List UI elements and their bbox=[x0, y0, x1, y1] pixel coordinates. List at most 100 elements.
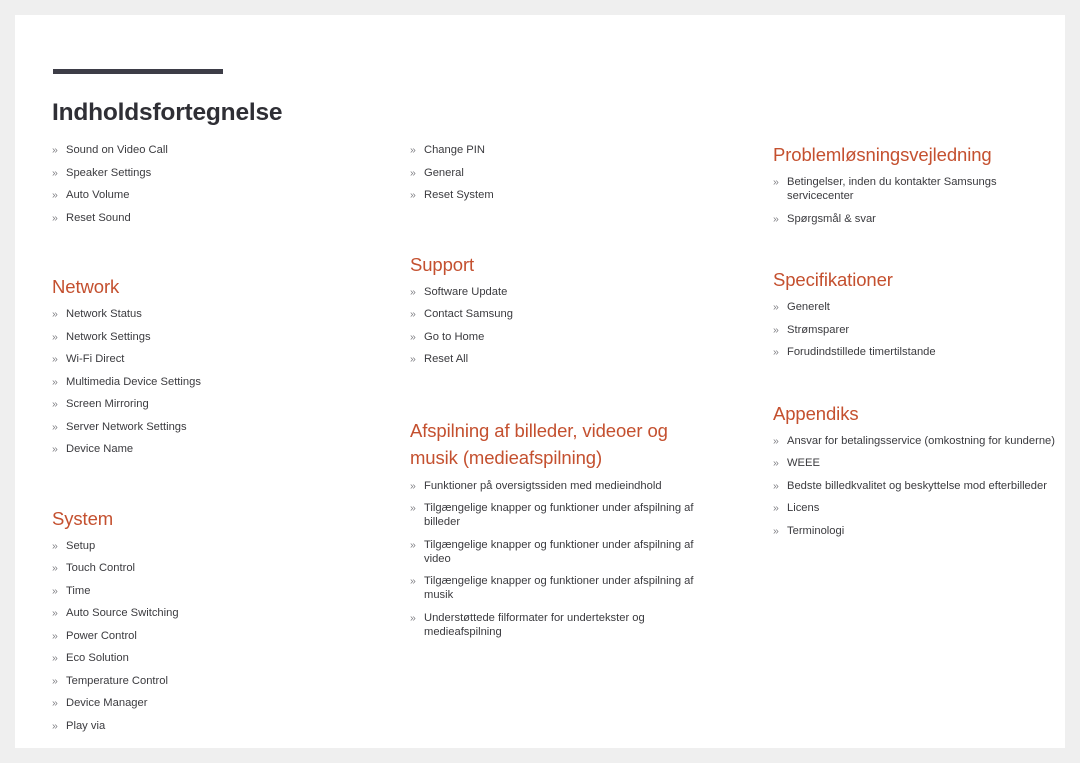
toc-entry[interactable]: » Screen Mirroring bbox=[52, 397, 352, 411]
toc-entry[interactable]: » Power Control bbox=[52, 629, 352, 643]
toc-entry[interactable]: » Network Status bbox=[52, 307, 352, 321]
toc-entry-label: Network Status bbox=[66, 308, 142, 320]
toc-entry[interactable]: » Auto Volume bbox=[52, 188, 352, 202]
toc-entry[interactable]: » Time bbox=[52, 584, 352, 598]
toc-entry-label: Server Network Settings bbox=[66, 420, 187, 433]
toc-entry-label: Sound on Video Call bbox=[66, 144, 168, 156]
double-chevron-icon: » bbox=[410, 479, 416, 492]
toc-entry[interactable]: » Auto Source Switching bbox=[52, 606, 352, 620]
toc-entry[interactable]: » Temperature Control bbox=[52, 674, 352, 688]
double-chevron-icon: » bbox=[52, 562, 58, 574]
toc-entry[interactable]: » Terminologi bbox=[773, 524, 1058, 538]
toc-entry[interactable]: » Strømsparer bbox=[773, 323, 1058, 337]
toc-entry[interactable]: » Reset Sound bbox=[52, 211, 352, 225]
toc-entry[interactable]: » Spørgsmål & svar bbox=[773, 212, 1058, 226]
toc-entry[interactable]: » Eco Solution bbox=[52, 651, 352, 665]
double-chevron-icon: » bbox=[52, 719, 58, 732]
toc-entry[interactable]: » Play via bbox=[52, 719, 352, 733]
toc-entry-label: Reset All bbox=[424, 353, 469, 365]
toc-entry[interactable]: » Multimedia Device Settings bbox=[52, 375, 352, 389]
section-heading[interactable]: Problemløsningsvejledning bbox=[773, 143, 1058, 167]
toc-item-list: » Change PIN » General » Reset System bbox=[410, 143, 700, 202]
toc-entry[interactable]: » Bedste billedkvalitet og beskyttelse mo… bbox=[773, 479, 1058, 493]
toc-entry[interactable]: » WEEE bbox=[773, 456, 1058, 470]
toc-entry-label: Contact Samsung bbox=[424, 308, 513, 320]
toc-entry-label: Go to Home bbox=[424, 330, 485, 343]
toc-column-middle: » Change PIN » General » Reset System Support »… bbox=[410, 143, 700, 647]
toc-entry-label: Forudindstillede timertilstande bbox=[787, 346, 936, 358]
toc-section: Problemløsningsvejledning » Betingelser, i… bbox=[773, 143, 1058, 226]
toc-entry[interactable]: » Tilgængelige knapper og funktioner unde… bbox=[410, 574, 700, 602]
toc-entry[interactable]: » Understøttede filformater for underteks… bbox=[410, 611, 700, 639]
section-heading[interactable]: Appendiks bbox=[773, 402, 1058, 426]
toc-entry[interactable]: » Touch Control bbox=[52, 561, 352, 575]
toc-section: » Sound on Video Call » Speaker Settings » Au… bbox=[52, 143, 352, 225]
toc-entry[interactable]: » Ansvar for betalingsservice (omkostning… bbox=[773, 434, 1058, 448]
toc-entry-label: Spørgsmål & svar bbox=[787, 212, 876, 225]
toc-entry[interactable]: » Licens bbox=[773, 501, 1058, 515]
toc-section: Support» Software Update» Contact Samsung»… bbox=[410, 253, 700, 367]
toc-entry[interactable]: » Server Network Settings bbox=[52, 420, 352, 434]
toc-entry-label: Bedste billedkvalitet og beskyttelse mod… bbox=[787, 479, 1047, 492]
double-chevron-icon: » bbox=[410, 502, 416, 514]
double-chevron-icon: » bbox=[773, 301, 779, 313]
toc-item-list: » Generelt » Strømsparer » Forudindstillede t… bbox=[773, 300, 1058, 359]
toc-column-left: » Sound on Video Call » Speaker Settings » Au… bbox=[52, 143, 352, 741]
toc-item-list: » Sound on Video Call » Speaker Settings » Au… bbox=[52, 143, 352, 225]
toc-section: Appendiks » Ansvar for betalingsservice (o… bbox=[773, 402, 1058, 538]
double-chevron-icon: » bbox=[773, 346, 779, 358]
toc-entry[interactable]: » Setup bbox=[52, 539, 352, 553]
toc-entry-label: Screen Mirroring bbox=[66, 398, 149, 410]
toc-entry-label: Strømsparer bbox=[787, 323, 850, 336]
toc-entry-label: Device Name bbox=[66, 443, 134, 455]
double-chevron-icon: » bbox=[773, 502, 779, 514]
toc-entry[interactable]: » Speaker Settings bbox=[52, 166, 352, 180]
toc-entry-label: Device Manager bbox=[66, 697, 148, 709]
double-chevron-icon: » bbox=[773, 176, 779, 188]
section-heading[interactable]: System bbox=[52, 507, 352, 531]
toc-section: Afspilning af billeder, videoer og musik… bbox=[410, 417, 700, 639]
double-chevron-icon: » bbox=[52, 652, 58, 664]
toc-entry[interactable]: » Sound on Video Call bbox=[52, 143, 352, 157]
toc-item-list: » Software Update » Contact Samsung » Go to H… bbox=[410, 285, 700, 367]
double-chevron-icon: » bbox=[52, 629, 58, 642]
toc-entry[interactable]: » Device Name bbox=[52, 442, 352, 456]
toc-entry[interactable]: » Device Manager bbox=[52, 696, 352, 710]
toc-entry[interactable]: » Go to Home bbox=[410, 330, 700, 344]
double-chevron-icon: » bbox=[773, 212, 779, 225]
toc-entry[interactable]: » Generelt bbox=[773, 300, 1058, 314]
double-chevron-icon: » bbox=[52, 674, 58, 687]
toc-entry[interactable]: » Betingelser, inden du kontakter Samsung… bbox=[773, 175, 1058, 203]
toc-entry[interactable]: » Software Update bbox=[410, 285, 700, 299]
toc-entry-label: Eco Solution bbox=[66, 652, 129, 664]
section-heading[interactable]: Afspilning af billeder, videoer og musik… bbox=[410, 417, 700, 471]
double-chevron-icon: » bbox=[52, 443, 58, 455]
toc-entry[interactable]: » General bbox=[410, 166, 700, 180]
toc-entry-label: Auto Volume bbox=[66, 189, 130, 201]
toc-entry-label: Tilgængelige knapper og funktioner under… bbox=[424, 575, 694, 601]
toc-entry[interactable]: » Network Settings bbox=[52, 330, 352, 344]
toc-entry-label: Reset System bbox=[424, 189, 494, 201]
toc-entry[interactable]: » Wi-Fi Direct bbox=[52, 352, 352, 366]
toc-entry[interactable]: » Tilgængelige knapper og funktioner unde… bbox=[410, 501, 700, 529]
toc-entry[interactable]: » Contact Samsung bbox=[410, 307, 700, 321]
double-chevron-icon: » bbox=[52, 607, 58, 619]
toc-entry[interactable]: » Change PIN bbox=[410, 143, 700, 157]
toc-entry[interactable]: » Tilgængelige knapper og funktioner unde… bbox=[410, 538, 700, 566]
double-chevron-icon: » bbox=[52, 539, 58, 552]
toc-entry-label: Setup bbox=[66, 539, 96, 552]
section-heading[interactable]: Network bbox=[52, 275, 352, 299]
toc-entry-label: Auto Source Switching bbox=[66, 607, 179, 619]
toc-entry[interactable]: » Reset All bbox=[410, 352, 700, 366]
double-chevron-icon: » bbox=[773, 479, 779, 492]
toc-entry[interactable]: » Reset System bbox=[410, 188, 700, 202]
toc-entry-label: Tilgængelige knapper og funktioner under… bbox=[424, 502, 694, 528]
toc-entry[interactable]: » Forudindstillede timertilstande bbox=[773, 345, 1058, 359]
toc-entry[interactable]: » Funktioner på oversigtssiden med mediei… bbox=[410, 479, 700, 493]
double-chevron-icon: » bbox=[52, 189, 58, 201]
double-chevron-icon: » bbox=[773, 434, 779, 447]
section-heading[interactable]: Support bbox=[410, 253, 700, 277]
section-heading[interactable]: Specifikationer bbox=[773, 268, 1058, 292]
